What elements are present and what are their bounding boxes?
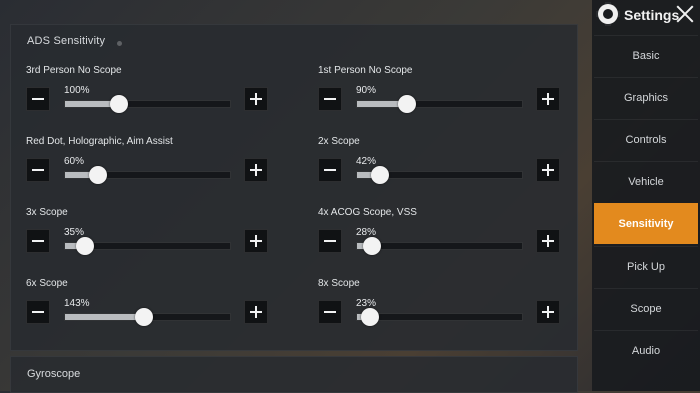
setting-label: 2x Scope	[318, 136, 360, 147]
decrease-button[interactable]	[318, 300, 342, 324]
decrease-button[interactable]	[318, 229, 342, 253]
gear-icon	[596, 2, 620, 26]
increase-button[interactable]	[536, 158, 560, 182]
slider-track[interactable]	[356, 95, 523, 113]
setting-label: 8x Scope	[318, 278, 360, 289]
setting-label: 3x Scope	[26, 207, 68, 218]
slider-track[interactable]	[64, 95, 231, 113]
sidebar-item-basic[interactable]: Basic	[594, 35, 698, 76]
slider-thumb[interactable]	[110, 95, 129, 113]
sidebar-item-graphics[interactable]: Graphics	[594, 77, 698, 118]
slider-track[interactable]	[64, 308, 231, 326]
setting-value: 23%	[356, 298, 377, 309]
increase-button[interactable]	[536, 87, 560, 111]
setting-3rd-person-no-scope: 3rd Person No Scope 100%	[26, 65, 276, 121]
setting-3x-scope: 3x Scope 35%	[26, 207, 276, 263]
setting-8x-scope: 8x Scope 23%	[318, 278, 568, 334]
slider-thumb[interactable]	[135, 308, 154, 326]
sidebar-item-audio[interactable]: Audio	[594, 330, 698, 371]
setting-value: 42%	[356, 156, 377, 167]
setting-label: 1st Person No Scope	[318, 65, 413, 76]
sidebar-item-scope[interactable]: Scope	[594, 288, 698, 329]
section-title: ADS Sensitivity	[27, 35, 123, 47]
setting-value: 90%	[356, 85, 377, 96]
sidebar-item-controls[interactable]: Controls	[594, 119, 698, 160]
slider-track[interactable]	[356, 237, 523, 255]
setting-2x-scope: 2x Scope 42%	[318, 136, 568, 192]
increase-button[interactable]	[244, 158, 268, 182]
sidebar-header: Settings	[592, 0, 700, 30]
close-icon[interactable]	[674, 3, 696, 25]
setting-value: 60%	[64, 156, 85, 167]
sidebar-item-sensitivity[interactable]: Sensitivity	[594, 203, 698, 244]
setting-6x-scope: 6x Scope 143%	[26, 278, 276, 334]
setting-value: 143%	[64, 298, 90, 309]
decrease-button[interactable]	[318, 87, 342, 111]
sidebar-item-vehicle[interactable]: Vehicle	[594, 161, 698, 202]
slider-track[interactable]	[64, 166, 231, 184]
increase-button[interactable]	[244, 229, 268, 253]
slider-thumb[interactable]	[371, 166, 390, 184]
setting-value: 100%	[64, 85, 90, 96]
setting-red-dot-holographic: Red Dot, Holographic, Aim Assist 60%	[26, 136, 276, 192]
decrease-button[interactable]	[26, 229, 50, 253]
decrease-button[interactable]	[26, 158, 50, 182]
setting-label: 3rd Person No Scope	[26, 65, 122, 76]
slider-track[interactable]	[356, 166, 523, 184]
ads-sensitivity-panel: ADS Sensitivity 3rd Person No Scope 100%…	[10, 24, 578, 351]
sidebar-item-pick-up[interactable]: Pick Up	[594, 246, 698, 287]
increase-button[interactable]	[536, 229, 560, 253]
increase-button[interactable]	[244, 300, 268, 324]
increase-button[interactable]	[536, 300, 560, 324]
slider-thumb[interactable]	[89, 166, 107, 184]
slider-track[interactable]	[64, 237, 231, 255]
decrease-button[interactable]	[26, 300, 50, 324]
gyroscope-title: Gyroscope	[27, 368, 81, 380]
slider-thumb[interactable]	[75, 237, 94, 255]
slider-thumb[interactable]	[362, 237, 381, 255]
setting-label: 6x Scope	[26, 278, 68, 289]
setting-label: 4x ACOG Scope, VSS	[318, 207, 417, 218]
settings-title: Settings	[624, 7, 680, 23]
slider-track[interactable]	[356, 308, 523, 326]
setting-label: Red Dot, Holographic, Aim Assist	[26, 136, 173, 147]
gyroscope-section[interactable]: Gyroscope	[10, 356, 578, 393]
slider-thumb[interactable]	[397, 95, 416, 113]
decrease-button[interactable]	[318, 158, 342, 182]
setting-4x-acog-scope: 4x ACOG Scope, VSS 28%	[318, 207, 568, 263]
decrease-button[interactable]	[26, 87, 50, 111]
slider-thumb[interactable]	[361, 308, 380, 326]
setting-1st-person-no-scope: 1st Person No Scope 90%	[318, 65, 568, 121]
slider-fill	[65, 314, 145, 320]
settings-sidebar: Settings Basic Graphics Controls Vehicle…	[592, 0, 700, 391]
setting-value: 35%	[64, 227, 85, 238]
increase-button[interactable]	[244, 87, 268, 111]
